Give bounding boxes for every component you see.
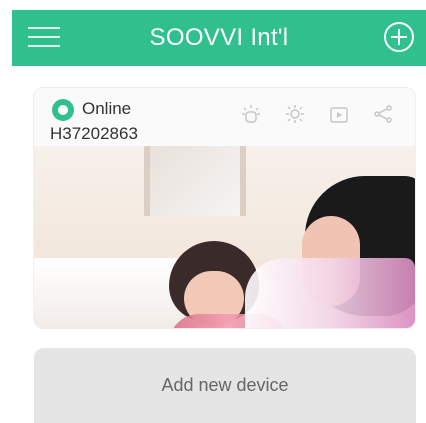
add-icon[interactable]	[384, 22, 414, 52]
alarm-icon[interactable]	[239, 102, 263, 126]
online-status-icon	[52, 99, 74, 121]
device-id: H37202863	[50, 124, 138, 143]
device-tools	[239, 102, 395, 126]
app-title: SOOVVI Int'l	[149, 24, 289, 51]
add-new-device-button[interactable]: Add new device	[34, 348, 416, 423]
camera-preview[interactable]	[34, 146, 415, 328]
device-card[interactable]: Online H37202863	[33, 87, 416, 329]
menu-icon[interactable]	[28, 25, 60, 49]
device-status: Online	[82, 99, 132, 118]
playback-icon[interactable]	[327, 102, 351, 126]
settings-icon[interactable]	[283, 102, 307, 126]
app-header: SOOVVI Int'l	[12, 10, 426, 66]
second-child-shirt	[245, 258, 415, 328]
share-icon[interactable]	[371, 102, 395, 126]
add-new-device-label: Add new device	[161, 375, 289, 395]
background-window	[144, 146, 246, 216]
device-card-header: Online H37202863	[34, 88, 415, 146]
